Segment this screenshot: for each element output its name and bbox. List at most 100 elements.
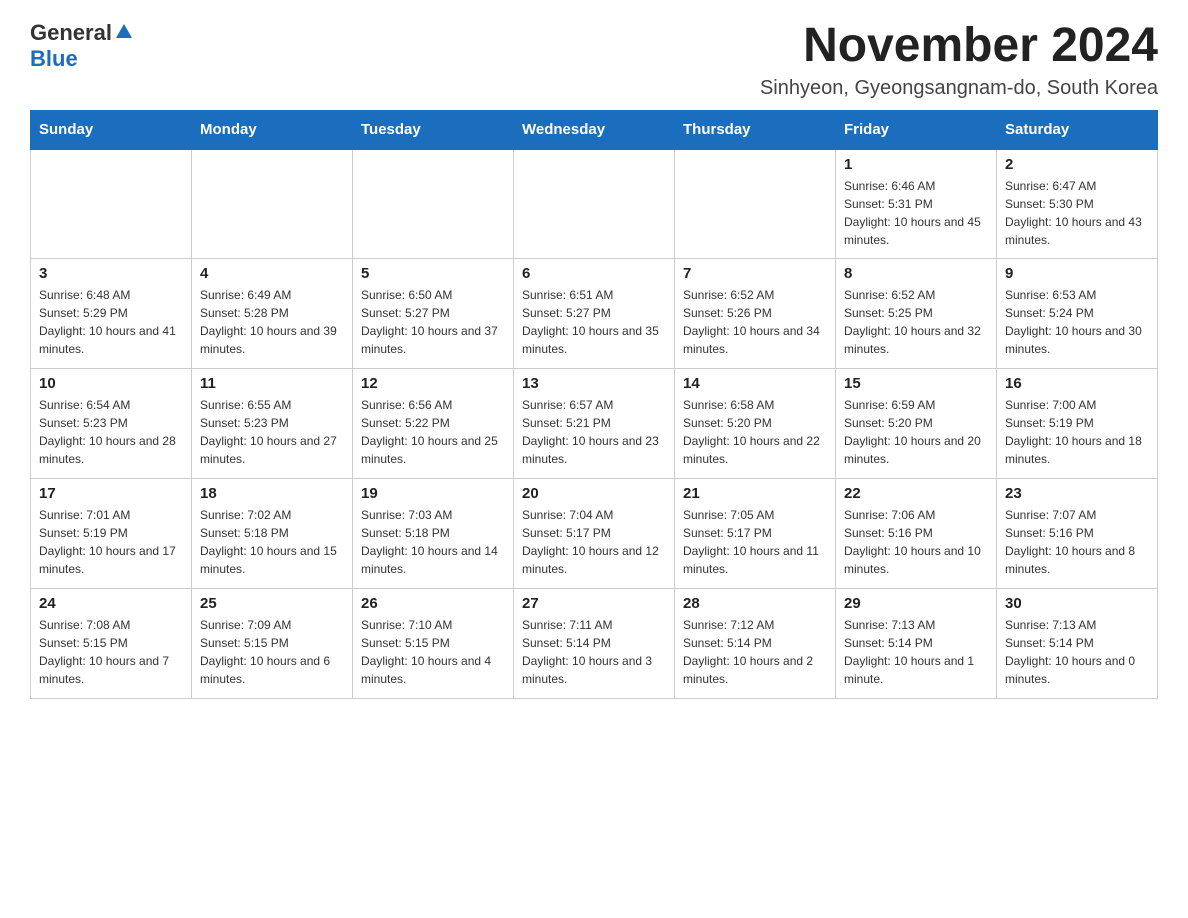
- calendar-cell: 16 Sunrise: 7:00 AM Sunset: 5:19 PM Dayli…: [997, 369, 1158, 479]
- calendar-cell: 13 Sunrise: 6:57 AM Sunset: 5:21 PM Dayli…: [514, 369, 675, 479]
- day-number: 24: [39, 595, 183, 612]
- day-info: Sunrise: 6:52 AM Sunset: 5:25 PM Dayligh…: [844, 286, 988, 358]
- day-info: Sunrise: 7:08 AM Sunset: 5:15 PM Dayligh…: [39, 616, 183, 688]
- day-info: Sunrise: 6:56 AM Sunset: 5:22 PM Dayligh…: [361, 396, 505, 468]
- day-info: Sunrise: 6:52 AM Sunset: 5:26 PM Dayligh…: [683, 286, 827, 358]
- day-info: Sunrise: 7:09 AM Sunset: 5:15 PM Dayligh…: [200, 616, 344, 688]
- calendar-cell: 20 Sunrise: 7:04 AM Sunset: 5:17 PM Dayli…: [514, 479, 675, 589]
- day-info: Sunrise: 7:10 AM Sunset: 5:15 PM Dayligh…: [361, 616, 505, 688]
- page-title: November 2024: [760, 20, 1158, 73]
- day-info: Sunrise: 6:51 AM Sunset: 5:27 PM Dayligh…: [522, 286, 666, 358]
- day-info: Sunrise: 6:50 AM Sunset: 5:27 PM Dayligh…: [361, 286, 505, 358]
- calendar-cell: 5 Sunrise: 6:50 AM Sunset: 5:27 PM Daylig…: [353, 259, 514, 369]
- calendar-cell: [675, 149, 836, 259]
- calendar-cell: 7 Sunrise: 6:52 AM Sunset: 5:26 PM Daylig…: [675, 259, 836, 369]
- calendar-cell: [31, 149, 192, 259]
- weekday-header-monday: Monday: [192, 110, 353, 149]
- weekday-header-thursday: Thursday: [675, 110, 836, 149]
- day-number: 11: [200, 375, 344, 392]
- day-number: 25: [200, 595, 344, 612]
- calendar-cell: 24 Sunrise: 7:08 AM Sunset: 5:15 PM Dayli…: [31, 589, 192, 699]
- day-number: 26: [361, 595, 505, 612]
- calendar-table: SundayMondayTuesdayWednesdayThursdayFrid…: [30, 110, 1158, 700]
- day-number: 12: [361, 375, 505, 392]
- day-info: Sunrise: 6:47 AM Sunset: 5:30 PM Dayligh…: [1005, 177, 1149, 249]
- day-info: Sunrise: 7:02 AM Sunset: 5:18 PM Dayligh…: [200, 506, 344, 578]
- week-row-1: 1 Sunrise: 6:46 AM Sunset: 5:31 PM Daylig…: [31, 149, 1158, 259]
- day-info: Sunrise: 7:12 AM Sunset: 5:14 PM Dayligh…: [683, 616, 827, 688]
- day-info: Sunrise: 7:06 AM Sunset: 5:16 PM Dayligh…: [844, 506, 988, 578]
- calendar-cell: 11 Sunrise: 6:55 AM Sunset: 5:23 PM Dayli…: [192, 369, 353, 479]
- day-info: Sunrise: 7:01 AM Sunset: 5:19 PM Dayligh…: [39, 506, 183, 578]
- day-info: Sunrise: 6:53 AM Sunset: 5:24 PM Dayligh…: [1005, 286, 1149, 358]
- day-number: 5: [361, 265, 505, 282]
- day-number: 16: [1005, 375, 1149, 392]
- day-info: Sunrise: 6:57 AM Sunset: 5:21 PM Dayligh…: [522, 396, 666, 468]
- day-number: 14: [683, 375, 827, 392]
- day-info: Sunrise: 6:48 AM Sunset: 5:29 PM Dayligh…: [39, 286, 183, 358]
- day-number: 18: [200, 485, 344, 502]
- day-info: Sunrise: 7:13 AM Sunset: 5:14 PM Dayligh…: [844, 616, 988, 688]
- calendar-cell: 15 Sunrise: 6:59 AM Sunset: 5:20 PM Dayli…: [836, 369, 997, 479]
- weekday-header-sunday: Sunday: [31, 110, 192, 149]
- day-number: 20: [522, 485, 666, 502]
- week-row-3: 10Sunrise: 6:54 AM Sunset: 5:23 PM Dayli…: [31, 369, 1158, 479]
- calendar-cell: 12 Sunrise: 6:56 AM Sunset: 5:22 PM Dayli…: [353, 369, 514, 479]
- day-number: 9: [1005, 265, 1149, 282]
- day-info: Sunrise: 7:00 AM Sunset: 5:19 PM Dayligh…: [1005, 396, 1149, 468]
- logo-general-text: General: [30, 20, 112, 46]
- calendar-cell: 10Sunrise: 6:54 AM Sunset: 5:23 PM Dayli…: [31, 369, 192, 479]
- day-number: 27: [522, 595, 666, 612]
- day-info: Sunrise: 7:05 AM Sunset: 5:17 PM Dayligh…: [683, 506, 827, 578]
- day-number: 10: [39, 375, 183, 392]
- logo-blue-text: Blue: [30, 46, 78, 71]
- calendar-cell: 26 Sunrise: 7:10 AM Sunset: 5:15 PM Dayli…: [353, 589, 514, 699]
- day-number: 8: [844, 265, 988, 282]
- calendar-cell: 6 Sunrise: 6:51 AM Sunset: 5:27 PM Daylig…: [514, 259, 675, 369]
- day-info: Sunrise: 7:07 AM Sunset: 5:16 PM Dayligh…: [1005, 506, 1149, 578]
- calendar-cell: 17 Sunrise: 7:01 AM Sunset: 5:19 PM Dayli…: [31, 479, 192, 589]
- day-number: 3: [39, 265, 183, 282]
- week-row-2: 3 Sunrise: 6:48 AM Sunset: 5:29 PM Daylig…: [31, 259, 1158, 369]
- subtitle: Sinhyeon, Gyeongsangnam-do, South Korea: [760, 77, 1158, 100]
- day-number: 15: [844, 375, 988, 392]
- calendar-cell: 14 Sunrise: 6:58 AM Sunset: 5:20 PM Dayli…: [675, 369, 836, 479]
- day-number: 13: [522, 375, 666, 392]
- day-number: 2: [1005, 156, 1149, 173]
- day-number: 19: [361, 485, 505, 502]
- calendar-cell: 2 Sunrise: 6:47 AM Sunset: 5:30 PM Daylig…: [997, 149, 1158, 259]
- title-area: November 2024 Sinhyeon, Gyeongsangnam-do…: [760, 20, 1158, 100]
- day-info: Sunrise: 6:58 AM Sunset: 5:20 PM Dayligh…: [683, 396, 827, 468]
- day-number: 6: [522, 265, 666, 282]
- calendar-cell: 3 Sunrise: 6:48 AM Sunset: 5:29 PM Daylig…: [31, 259, 192, 369]
- day-info: Sunrise: 6:46 AM Sunset: 5:31 PM Dayligh…: [844, 177, 988, 249]
- calendar-cell: 1 Sunrise: 6:46 AM Sunset: 5:31 PM Daylig…: [836, 149, 997, 259]
- day-number: 28: [683, 595, 827, 612]
- calendar-cell: [353, 149, 514, 259]
- calendar-cell: 9 Sunrise: 6:53 AM Sunset: 5:24 PM Daylig…: [997, 259, 1158, 369]
- calendar-cell: 29 Sunrise: 7:13 AM Sunset: 5:14 PM Dayli…: [836, 589, 997, 699]
- calendar-cell: 8 Sunrise: 6:52 AM Sunset: 5:25 PM Daylig…: [836, 259, 997, 369]
- day-number: 21: [683, 485, 827, 502]
- day-number: 23: [1005, 485, 1149, 502]
- day-number: 30: [1005, 595, 1149, 612]
- calendar-cell: 27Sunrise: 7:11 AM Sunset: 5:14 PM Dayli…: [514, 589, 675, 699]
- calendar-cell: [192, 149, 353, 259]
- day-info: Sunrise: 6:55 AM Sunset: 5:23 PM Dayligh…: [200, 396, 344, 468]
- calendar-cell: 30 Sunrise: 7:13 AM Sunset: 5:14 PM Dayli…: [997, 589, 1158, 699]
- day-number: 7: [683, 265, 827, 282]
- week-row-5: 24 Sunrise: 7:08 AM Sunset: 5:15 PM Dayli…: [31, 589, 1158, 699]
- day-info: Sunrise: 6:59 AM Sunset: 5:20 PM Dayligh…: [844, 396, 988, 468]
- calendar-cell: 19 Sunrise: 7:03 AM Sunset: 5:18 PM Dayli…: [353, 479, 514, 589]
- week-row-4: 17 Sunrise: 7:01 AM Sunset: 5:19 PM Dayli…: [31, 479, 1158, 589]
- day-info: Sunrise: 6:49 AM Sunset: 5:28 PM Dayligh…: [200, 286, 344, 358]
- calendar-cell: 28 Sunrise: 7:12 AM Sunset: 5:14 PM Dayli…: [675, 589, 836, 699]
- day-info: Sunrise: 7:03 AM Sunset: 5:18 PM Dayligh…: [361, 506, 505, 578]
- calendar-cell: [514, 149, 675, 259]
- logo: General Blue: [30, 20, 133, 72]
- day-info: Sunrise: 7:04 AM Sunset: 5:17 PM Dayligh…: [522, 506, 666, 578]
- day-number: 1: [844, 156, 988, 173]
- day-number: 29: [844, 595, 988, 612]
- day-number: 17: [39, 485, 183, 502]
- day-info: Sunrise: 7:13 AM Sunset: 5:14 PM Dayligh…: [1005, 616, 1149, 688]
